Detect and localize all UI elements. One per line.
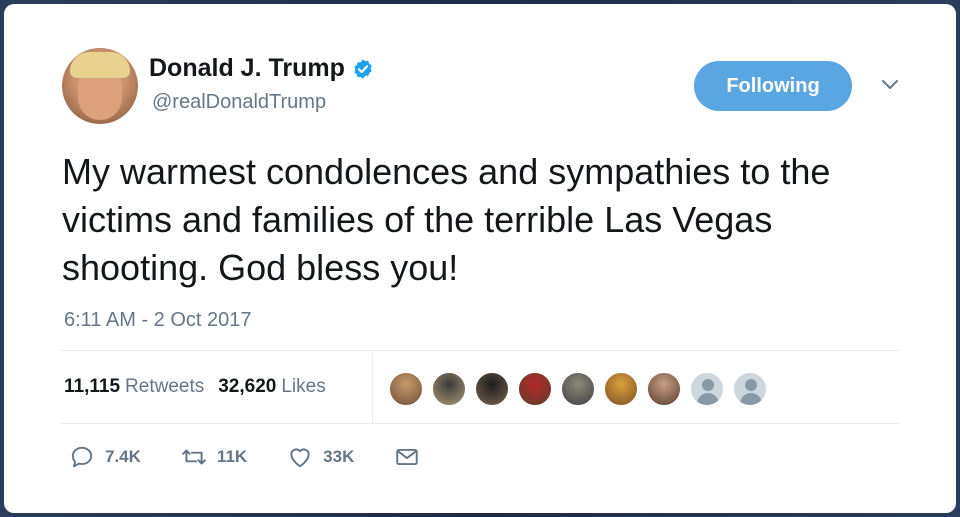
liker-avatar[interactable] (431, 371, 467, 407)
author-name-row: Donald J. Trump (149, 54, 374, 83)
liker-avatar[interactable] (388, 371, 424, 407)
reply-icon (71, 446, 93, 468)
divider-top (60, 350, 900, 351)
avatar-hair (70, 52, 130, 78)
chevron-down-icon[interactable] (880, 78, 900, 92)
tweet-text: My warmest condolences and sympathies to… (62, 151, 831, 288)
reply-count: 7.4K (105, 447, 141, 466)
divider-bottom (60, 423, 900, 424)
tweet-actions: 7.4K 11K 33K (69, 444, 460, 470)
default-avatar-icon[interactable] (689, 371, 725, 407)
liker-avatars (388, 371, 775, 407)
like-count: 33K (323, 447, 355, 466)
retweets-label: Retweets (125, 376, 205, 397)
tweet-card: Donald J. Trump @realDonaldTrump Followi… (4, 4, 956, 513)
retweets-stat[interactable]: 11,115 Retweets (64, 376, 204, 398)
liker-avatar[interactable] (474, 371, 510, 407)
retweet-icon (182, 449, 206, 465)
liker-avatar[interactable] (560, 371, 596, 407)
tweet-stats: 11,115 Retweets 32,620 Likes (64, 376, 340, 398)
likes-count: 32,620 (218, 376, 277, 397)
envelope-icon (396, 448, 419, 466)
author-avatar[interactable] (62, 48, 138, 124)
following-button[interactable]: Following (694, 61, 852, 111)
likes-label: Likes (281, 376, 326, 397)
reply-action[interactable]: 7.4K (69, 444, 141, 470)
stats-separator (372, 354, 373, 424)
like-action[interactable]: 33K (287, 444, 354, 470)
retweet-action[interactable]: 11K (181, 444, 247, 470)
liker-avatar[interactable] (603, 371, 639, 407)
author-name[interactable]: Donald J. Trump (149, 54, 345, 83)
liker-avatar[interactable] (646, 371, 682, 407)
author-handle[interactable]: @realDonaldTrump (152, 91, 326, 114)
heart-icon (290, 448, 310, 468)
likes-stat[interactable]: 32,620 Likes (218, 376, 325, 398)
verified-badge-icon (354, 58, 372, 79)
direct-message-action[interactable] (394, 444, 420, 470)
default-avatar-icon[interactable] (732, 371, 768, 407)
retweet-count: 11K (216, 447, 248, 466)
tweet-timestamp[interactable]: 6:11 AM - 2 Oct 2017 (64, 309, 252, 332)
liker-avatar[interactable] (517, 371, 553, 407)
retweets-count: 11,115 (64, 376, 121, 397)
